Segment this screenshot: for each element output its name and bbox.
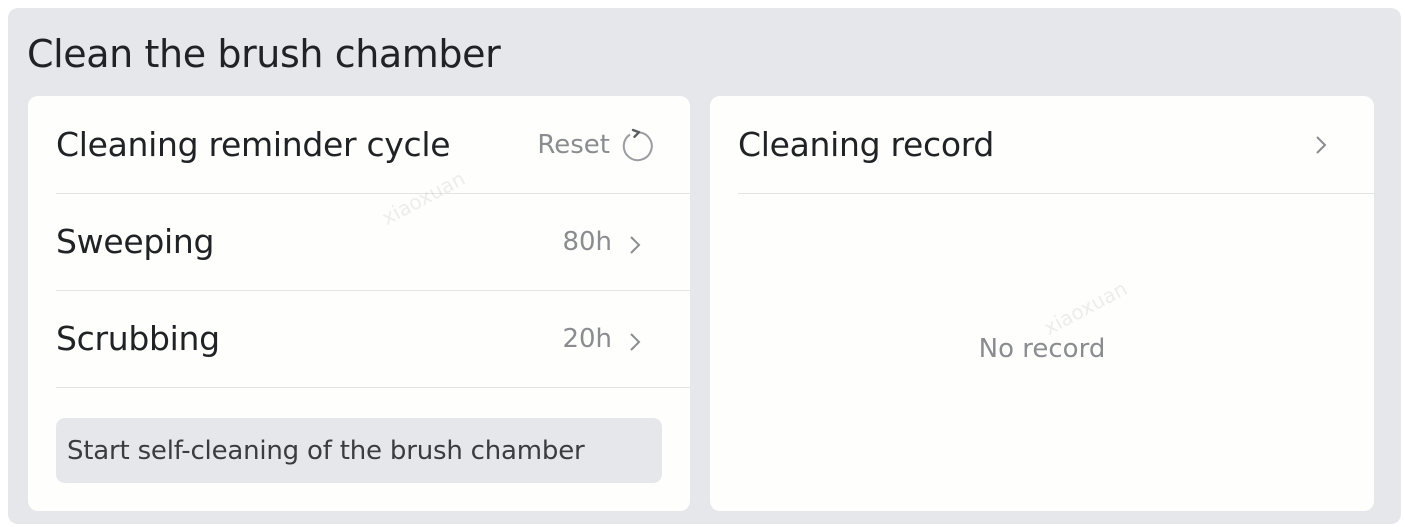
scrubbing-row[interactable]: Scrubbing 20h xyxy=(56,290,690,387)
chevron-right-icon xyxy=(630,333,641,351)
divider xyxy=(56,387,690,388)
cleaning-record-title: Cleaning record xyxy=(738,125,995,164)
chevron-right-icon xyxy=(630,236,641,254)
chevron-right-icon xyxy=(1316,136,1327,154)
reset-label: Reset xyxy=(537,130,610,160)
sweeping-label: Sweeping xyxy=(56,222,215,261)
watermark: xiaoxuan xyxy=(1039,276,1132,340)
sweeping-value: 80h xyxy=(562,227,612,257)
page-title: Clean the brush chamber xyxy=(27,32,501,76)
start-self-cleaning-button[interactable]: Start self-cleaning of the brush chamber xyxy=(56,418,662,483)
sweeping-row[interactable]: Sweeping 80h xyxy=(56,193,690,290)
scrubbing-value: 20h xyxy=(562,324,612,354)
reminder-card: Cleaning reminder cycle Reset Sweeping 8… xyxy=(28,96,690,511)
cleaning-record-row[interactable]: Cleaning record xyxy=(738,96,1374,193)
divider xyxy=(738,193,1374,194)
scrubbing-label: Scrubbing xyxy=(56,319,220,358)
screen: Clean the brush chamber Cleaning reminde… xyxy=(8,8,1401,524)
refresh-icon xyxy=(622,128,653,162)
record-card: Cleaning record No record xiaoxuan xyxy=(710,96,1374,511)
reminder-cycle-title: Cleaning reminder cycle xyxy=(56,125,451,164)
no-record-text: No record xyxy=(978,334,1106,364)
